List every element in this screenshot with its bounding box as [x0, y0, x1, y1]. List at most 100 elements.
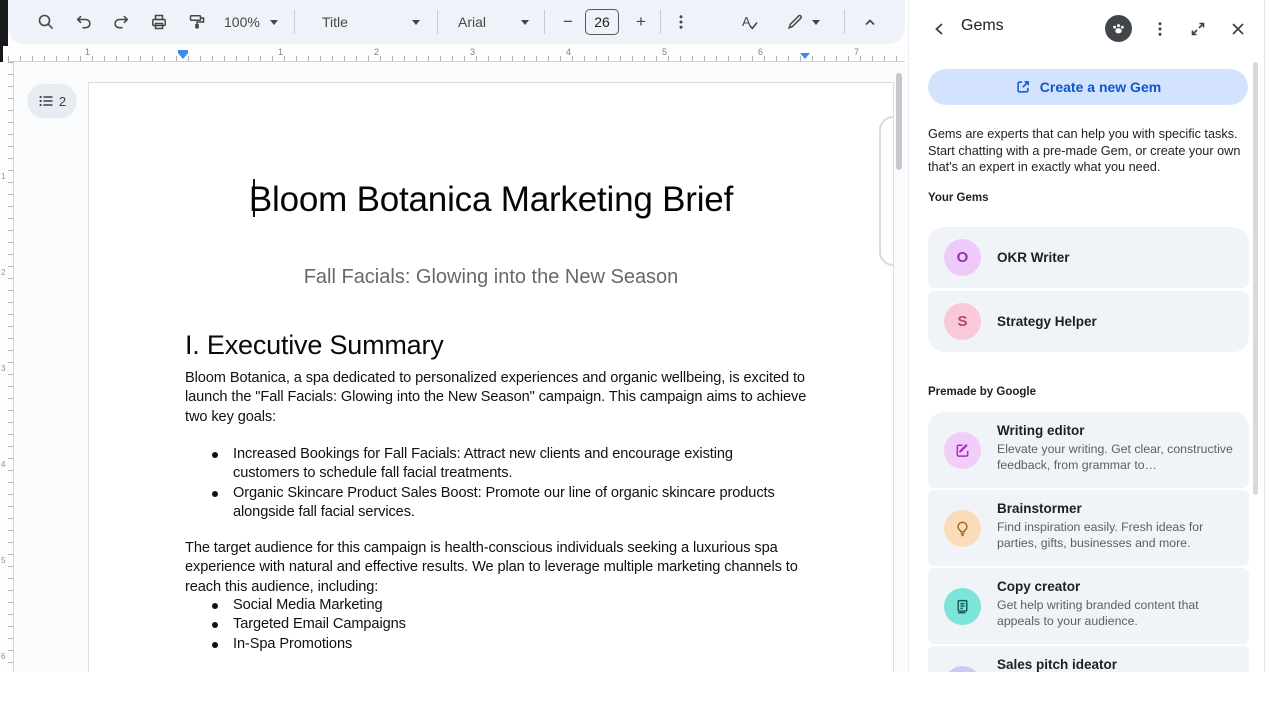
- edit-icon: [954, 442, 971, 459]
- ruler-number: 5: [1, 556, 5, 565]
- doc-subtitle[interactable]: Fall Facials: Glowing into the New Seaso…: [89, 266, 893, 289]
- document-canvas: 2 Bloom Botanica Marketing Brief Fall Fa…: [14, 63, 905, 672]
- bullet-item[interactable]: Increased Bookings for Fall Facials: Att…: [185, 445, 785, 484]
- kebab-menu-icon: [1151, 20, 1169, 38]
- bullet-item[interactable]: Targeted Email Campaigns: [185, 615, 785, 634]
- gem-name: Strategy Helper: [997, 314, 1097, 329]
- gem-card-brainstormer[interactable]: Brainstormer Find inspiration easily. Fr…: [928, 490, 1249, 566]
- ruler-number: 1: [85, 47, 90, 57]
- collapse-toolbar-button[interactable]: [858, 10, 882, 34]
- zoom-dropdown-arrow[interactable]: [270, 20, 278, 25]
- tab-count: 2: [59, 94, 66, 109]
- style-dropdown-arrow[interactable]: [412, 20, 420, 25]
- paint-format-button[interactable]: [185, 10, 209, 34]
- undo-icon: [75, 13, 93, 31]
- document-tabs-button[interactable]: 2: [27, 84, 77, 118]
- paint-format-icon: [188, 13, 206, 31]
- left-indent-marker[interactable]: [178, 50, 188, 59]
- back-button[interactable]: [929, 18, 951, 40]
- premade-by-google-label: Premade by Google: [928, 386, 1036, 398]
- zoom-select[interactable]: 100%: [224, 0, 260, 44]
- close-icon: [1229, 20, 1247, 38]
- vertical-ruler[interactable]: 1 2 3 4 5 6: [0, 62, 14, 672]
- ruler-number: 1: [1, 172, 5, 181]
- gem-avatar: [944, 588, 981, 625]
- more-options-button[interactable]: [669, 10, 693, 34]
- right-indent-marker[interactable]: [800, 53, 810, 59]
- window-corner: [0, 0, 8, 46]
- ruler-number: 4: [1, 460, 5, 469]
- collapse-toolbar-icon: [861, 13, 879, 31]
- ruler-number: 2: [1, 268, 5, 277]
- gems-side-panel: Gems Create a new Gem Gems are experts t…: [908, 0, 1265, 672]
- panel-menu-button[interactable]: [1149, 18, 1171, 40]
- decrease-font-size-button[interactable]: −: [556, 10, 580, 34]
- doc-paragraph[interactable]: Bloom Botanica, a spa dedicated to perso…: [185, 369, 817, 427]
- expand-panel-button[interactable]: [1187, 18, 1209, 40]
- gem-avatar: O: [944, 239, 981, 276]
- doc-bullet-list: Social Media Marketing Targeted Email Ca…: [185, 596, 785, 654]
- gem-card-strategy-helper[interactable]: S Strategy Helper: [928, 291, 1249, 352]
- docs-toolbar: 100% Title Arial − 26 + A: [8, 0, 905, 44]
- ruler-number: 7: [854, 47, 859, 57]
- gem-description: Elevate your writing. Get clear, constru…: [997, 441, 1240, 473]
- font-select[interactable]: Arial: [458, 0, 486, 44]
- create-new-gem-label: Create a new Gem: [1040, 79, 1161, 95]
- font-size-value: 26: [594, 14, 610, 30]
- document-page[interactable]: Bloom Botanica Marketing Brief Fall Faci…: [88, 82, 894, 672]
- font-size-input[interactable]: 26: [585, 9, 619, 35]
- gem-card-copy-creator[interactable]: Copy creator Get help writing branded co…: [928, 568, 1249, 644]
- print-button[interactable]: [147, 10, 171, 34]
- search-icon: [37, 13, 55, 31]
- lightbulb-icon: [954, 520, 971, 537]
- ruler-number: 6: [1, 652, 5, 661]
- more-options-icon: [672, 13, 690, 31]
- gem-initial: O: [957, 249, 969, 266]
- undo-button[interactable]: [72, 10, 96, 34]
- gem-avatar: [944, 666, 981, 672]
- pen-tool-button[interactable]: [783, 10, 807, 34]
- bullet-item[interactable]: Social Media Marketing: [185, 596, 785, 615]
- ruler-number: 4: [566, 47, 571, 57]
- ruler-number: 6: [758, 47, 763, 57]
- panel-scrollbar[interactable]: [1253, 62, 1258, 495]
- your-gems-label: Your Gems: [928, 192, 989, 204]
- doc-section-heading[interactable]: I. Executive Summary: [185, 330, 444, 361]
- toolbar-divider: [844, 10, 845, 34]
- increase-font-size-button[interactable]: +: [629, 10, 653, 34]
- close-panel-button[interactable]: [1227, 18, 1249, 40]
- panel-title: Gems: [961, 17, 1004, 35]
- gem-card-writing-editor[interactable]: Writing editor Elevate your writing. Get…: [928, 412, 1249, 488]
- print-icon: [150, 13, 168, 31]
- style-value: Title: [322, 14, 348, 30]
- gem-avatar: S: [944, 303, 981, 340]
- toolbar-divider: [660, 10, 661, 34]
- doc-paragraph[interactable]: The target audience for this campaign is…: [185, 539, 817, 597]
- horizontal-ruler[interactable]: 1 1 2 3 4 5 6 7: [8, 46, 905, 62]
- paragraph-style-select[interactable]: Title: [322, 0, 348, 44]
- font-value: Arial: [458, 14, 486, 30]
- plus-glyph: +: [636, 12, 646, 32]
- document-icon: [954, 598, 971, 615]
- redo-button[interactable]: [109, 10, 133, 34]
- ruler-number: 3: [1, 364, 5, 373]
- spellcheck-icon: A: [740, 13, 759, 32]
- search-button[interactable]: [34, 10, 58, 34]
- bullet-item[interactable]: Organic Skincare Product Sales Boost: Pr…: [185, 484, 785, 523]
- gem-avatar: [944, 432, 981, 469]
- gem-card-okr-writer[interactable]: O OKR Writer: [928, 227, 1249, 288]
- gem-initial: S: [957, 313, 967, 330]
- create-new-gem-button[interactable]: Create a new Gem: [928, 69, 1248, 105]
- spellcheck-button[interactable]: A: [737, 10, 761, 34]
- expand-icon: [1189, 20, 1207, 38]
- pen-dropdown-arrow[interactable]: [812, 20, 820, 25]
- ruler-number: 3: [470, 47, 475, 57]
- ruler-number: 2: [374, 47, 379, 57]
- bullet-item[interactable]: In-Spa Promotions: [185, 635, 785, 654]
- toolbar-divider: [544, 10, 545, 34]
- paw-avatar[interactable]: [1105, 15, 1132, 42]
- doc-title[interactable]: Bloom Botanica Marketing Brief: [89, 180, 893, 220]
- font-dropdown-arrow[interactable]: [521, 20, 529, 25]
- document-scrollbar[interactable]: [896, 73, 902, 170]
- gem-card-sales-pitch-ideator[interactable]: Sales pitch ideator: [928, 646, 1249, 672]
